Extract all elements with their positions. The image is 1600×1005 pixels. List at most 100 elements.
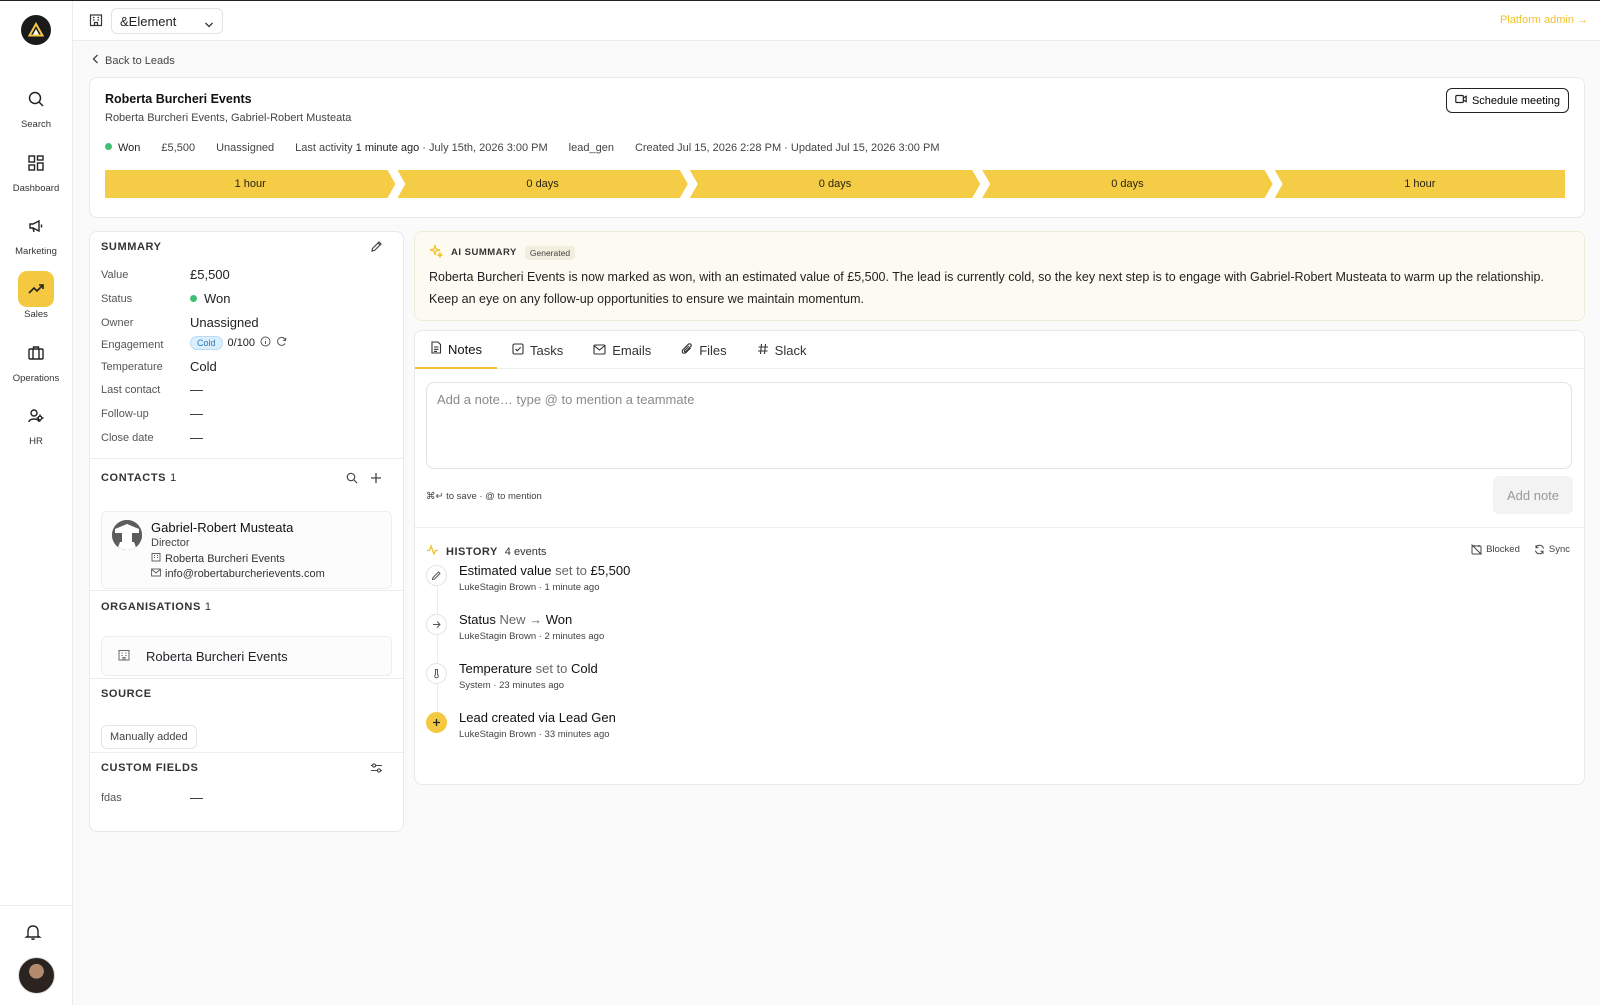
organisations-title: ORGANISATIONS 1 [101,601,212,613]
platform-admin-link[interactable]: Platform admin → [1500,14,1588,26]
pipeline-stage-2[interactable]: 0 days [397,170,687,198]
pipeline-stage-1[interactable]: 1 hour [105,170,395,198]
summary-value-owner[interactable]: Unassigned [190,315,259,330]
sidebar: Search Dashboard Marketing Sales Operati… [0,1,73,1005]
contact-email[interactable]: info@robertaburcherievents.com [151,568,325,580]
source-chip: Manually added [101,725,197,749]
plus-icon [426,712,447,733]
chevron-down-icon [204,17,214,32]
sync-button[interactable]: Sync [1534,544,1570,555]
contact-company: Roberta Burcheri Events [151,552,285,565]
custom-field-value[interactable]: — [190,790,203,805]
tab-slack[interactable]: Slack [742,331,822,369]
tab-tasks[interactable]: Tasks [497,331,578,369]
pipeline-stage-3[interactable]: 0 days [690,170,980,198]
sidebar-item-marketing[interactable]: Marketing [0,208,72,264]
summary-value-close-date: — [190,430,203,445]
timeline-line [437,579,438,727]
workspace-name: &Element [120,14,177,29]
users-icon [18,398,54,434]
lead-meta-row: Won £5,500 Unassigned Last activity 1 min… [105,142,960,154]
pipeline-stage-5[interactable]: 1 hour [1274,170,1566,198]
search-contacts-icon[interactable] [346,472,358,487]
summary-label-close-date: Close date [101,432,154,444]
meta-source-tag: lead_gen [568,142,614,154]
info-icon[interactable] [260,336,271,350]
activity-pulse-icon [426,544,439,559]
tab-files[interactable]: Files [666,331,741,369]
checkbox-icon [512,342,524,358]
lead-subtitle: Roberta Burcheri Events, Gabriel-Robert … [105,112,352,124]
meta-created-updated: Created Jul 15, 2026 2:28 PM · Updated J… [634,142,940,154]
thermometer-icon [426,663,447,684]
summary-value-status[interactable]: Won [190,291,231,306]
sidebar-item-operations[interactable]: Operations [0,335,72,391]
notifications-bell-icon[interactable] [24,923,42,944]
ai-summary-text: Roberta Burcheri Events is now marked as… [429,270,1544,306]
contact-role: Director [151,537,190,549]
sparkle-icon [429,244,444,261]
history-event-meta: System · 23 minutes ago [459,680,565,691]
sidebar-item-sales[interactable]: Sales [0,271,72,327]
sliders-settings-icon[interactable] [370,762,383,777]
divider [90,678,403,679]
history-count: 4 events [504,545,547,558]
user-avatar[interactable] [18,957,55,994]
ai-summary-card: AI SUMMARY Generated Roberta Burcheri Ev… [414,231,1585,321]
sync-icon [1534,544,1545,555]
schedule-meeting-label: Schedule meeting [1471,94,1560,107]
summary-value-temperature[interactable]: Cold [190,359,217,374]
add-note-button[interactable]: Add note [1493,476,1573,514]
mail-icon [151,568,161,580]
meta-value: £5,500 [161,142,196,154]
history-event-title: Lead created via Lead Gen [459,710,616,725]
refresh-icon[interactable] [276,336,287,350]
ai-generated-tag: Generated [524,245,576,260]
note-shortcut-hint: ⌘↵ to save · @ to mention [426,491,542,502]
workspace-select[interactable]: &Element [111,8,223,34]
summary-value-follow-up: — [190,406,203,421]
sidebar-item-dashboard[interactable]: Dashboard [0,145,72,201]
note-input[interactable] [426,382,1572,469]
tab-label: Files [699,342,727,358]
sidebar-item-label: Search [20,119,52,130]
add-contact-icon[interactable] [370,472,382,487]
building-icon [118,649,130,664]
sidebar-item-label: Dashboard [12,183,60,194]
divider [90,458,403,459]
pipeline-stage-4[interactable]: 0 days [982,170,1272,198]
ai-summary-header: AI SUMMARY Generated [429,244,576,261]
blocked-button[interactable]: Blocked [1471,544,1520,555]
tab-notes[interactable]: Notes [415,331,497,369]
summary-label-temperature: Temperature [101,361,163,373]
engagement-score: 0/100 [227,337,256,349]
pencil-icon [426,565,447,586]
organisation-card[interactable]: Roberta Burcheri Events [101,636,392,676]
sidebar-item-search[interactable]: Search [0,81,72,137]
divider [90,752,403,753]
meta-owner: Unassigned [216,142,275,154]
edit-pencil-icon[interactable] [370,240,383,256]
contact-avatar [112,520,142,550]
sidebar-item-hr[interactable]: HR [0,398,72,454]
schedule-meeting-button[interactable]: Schedule meeting [1445,88,1569,113]
hash-icon [757,343,769,358]
megaphone-icon [18,208,54,244]
tab-emails[interactable]: Emails [578,331,666,369]
engagement-cold-badge: Cold [190,336,223,350]
contact-card[interactable]: Gabriel-Robert Musteata Director Roberta… [101,511,392,589]
app-logo[interactable] [21,15,51,45]
topbar: &Element Platform admin → [73,1,1600,41]
tab-label: Slack [774,342,807,358]
back-to-leads-link[interactable]: Back to Leads [92,54,175,67]
sidebar-item-label: Sales [24,309,48,320]
sidebar-divider [0,905,72,906]
history-event-title: Temperature set to Cold [459,661,598,676]
summary-label-last-contact: Last contact [101,384,161,396]
lead-header-card: Roberta Burcheri Events Roberta Burcheri… [89,77,1585,218]
history-title: HISTORY [446,545,498,558]
history-event-title: Estimated value set to £5,500 [459,563,631,578]
search-icon [18,81,54,117]
tab-label: Emails [612,342,652,358]
custom-fields-title: CUSTOM FIELDS [101,762,199,774]
